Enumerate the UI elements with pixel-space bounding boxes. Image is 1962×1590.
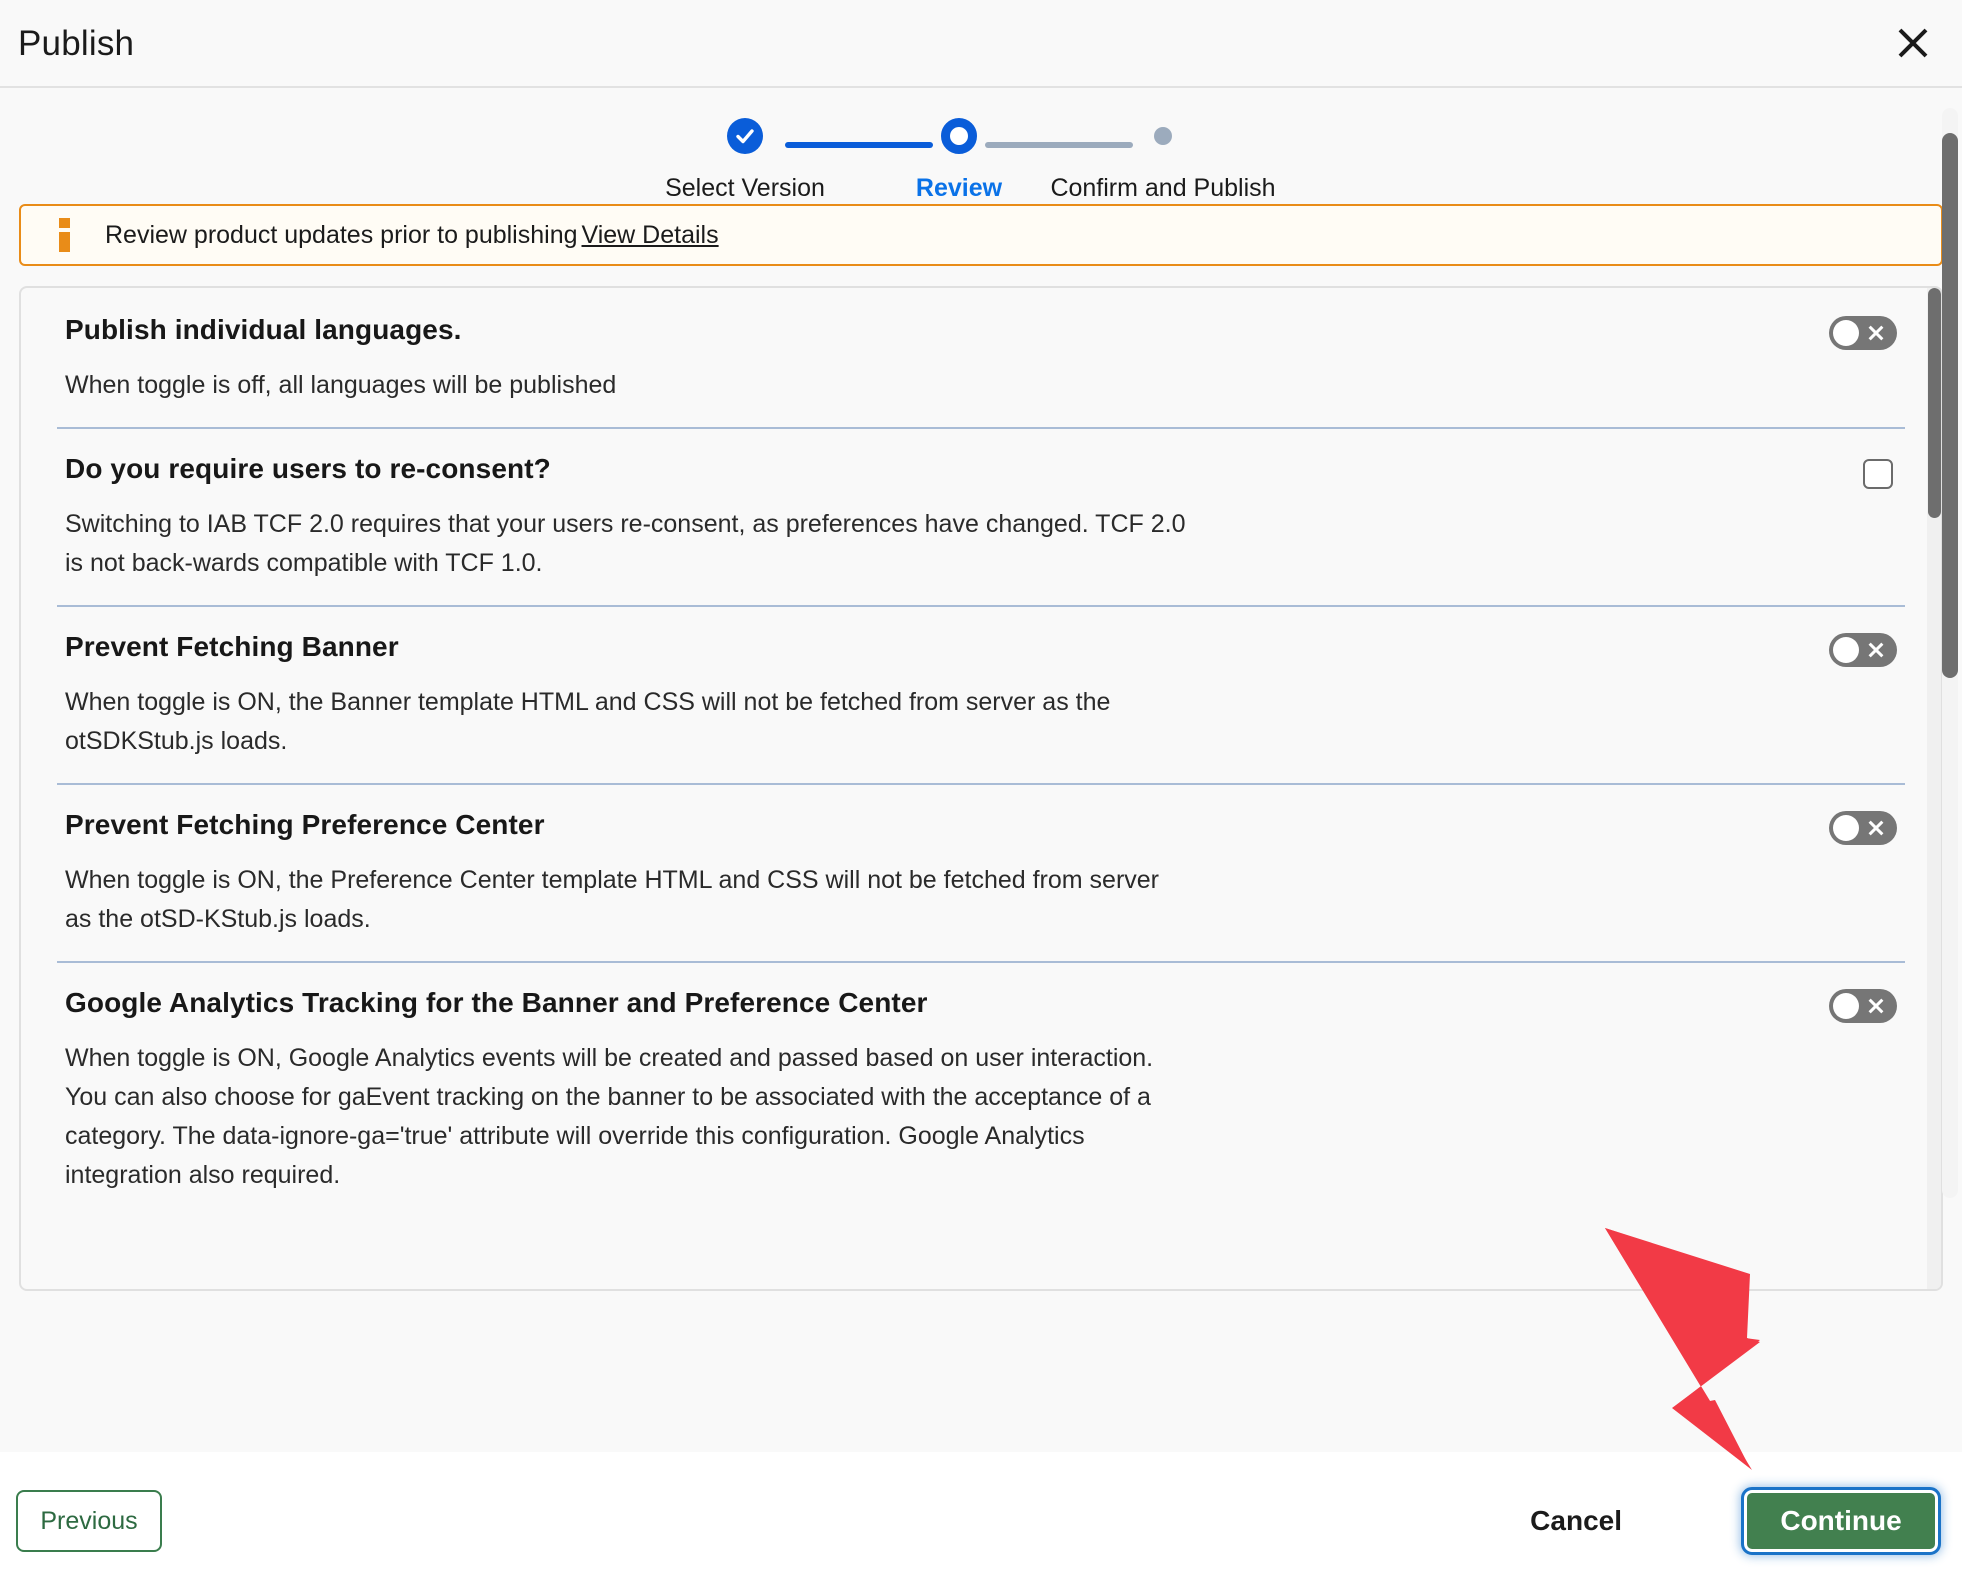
stepper-label-select-version: Select Version [665, 174, 825, 202]
setting-title: Prevent Fetching Preference Center [65, 809, 545, 840]
close-button[interactable] [1882, 12, 1944, 74]
setting-description: Switching to IAB TCF 2.0 requires that y… [65, 510, 1186, 577]
toggle-off-x-icon [1867, 324, 1885, 342]
setting-title: Publish individual languages. [65, 314, 462, 345]
toggle-off-x-icon [1867, 997, 1885, 1015]
toggle-off-x-icon [1867, 819, 1885, 837]
stepper-label-confirm-and-publish: Confirm and Publish [1050, 174, 1276, 202]
settings-card-scrollbar-thumb[interactable] [1928, 288, 1941, 518]
previous-button[interactable]: Previous [16, 1490, 162, 1552]
dialog-scrollbar[interactable] [1942, 108, 1958, 1198]
stepper-step-select-version[interactable]: Select Version [645, 112, 845, 203]
dialog-scrollbar-thumb[interactable] [1942, 133, 1958, 678]
dialog-footer: Previous Cancel Continue [0, 1452, 1962, 1590]
setting-row-require-reconsent: Do you require users to re-consent? Swit… [21, 427, 1941, 605]
toggle-off-x-icon [1867, 641, 1885, 659]
setting-title: Prevent Fetching Banner [65, 631, 399, 662]
setting-row-prevent-fetching-preference-center: Prevent Fetching Preference Center When … [21, 783, 1941, 961]
toggle-prevent-fetching-banner[interactable] [1829, 633, 1897, 667]
current-step-circle-icon [941, 118, 977, 154]
toggle-knob [1833, 993, 1859, 1019]
toggle-publish-individual-languages[interactable] [1829, 316, 1897, 350]
setting-title: Do you require users to re-consent? [65, 453, 551, 484]
step-marker-select-version [721, 112, 769, 160]
stepper-step-confirm-and-publish[interactable]: Confirm and Publish [1050, 112, 1276, 203]
setting-description: When toggle is ON, the Banner template H… [65, 688, 1111, 755]
dialog-body: Select Version Review Confirm and Publis… [0, 88, 1962, 1452]
setting-title: Google Analytics Tracking for the Banner… [65, 987, 928, 1018]
banner-message: Review product updates prior to publishi… [105, 220, 578, 249]
setting-description: When toggle is ON, Google Analytics even… [65, 1044, 1154, 1189]
product-updates-banner: Review product updates prior to publishi… [19, 204, 1943, 266]
stepper-label-review: Review [915, 174, 1003, 202]
dialog-header: Publish [0, 0, 1962, 88]
cancel-button[interactable]: Cancel [1520, 1495, 1632, 1547]
view-details-link[interactable]: View Details [582, 221, 719, 250]
close-icon [1893, 23, 1933, 63]
stepper-step-review[interactable]: Review [859, 112, 1059, 203]
toggle-knob [1833, 320, 1859, 346]
page-title: Publish [18, 24, 135, 63]
setting-description: When toggle is off, all languages will b… [65, 371, 617, 399]
toggle-knob [1833, 637, 1859, 663]
continue-button[interactable]: Continue [1741, 1487, 1941, 1555]
publish-settings-card: Publish individual languages. When toggl… [19, 286, 1943, 1291]
setting-description: When toggle is ON, the Preference Center… [65, 866, 1160, 933]
setting-row-prevent-fetching-banner: Prevent Fetching Banner When toggle is O… [21, 605, 1941, 783]
toggle-prevent-fetching-preference-center[interactable] [1829, 811, 1897, 845]
setting-row-publish-individual-languages: Publish individual languages. When toggl… [21, 288, 1941, 427]
check-circle-icon [727, 118, 763, 154]
toggle-google-analytics-tracking[interactable] [1829, 989, 1897, 1023]
publish-settings-list: Publish individual languages. When toggl… [21, 288, 1941, 1289]
publish-stepper: Select Version Review Confirm and Publis… [0, 88, 1962, 202]
settings-card-scrollbar[interactable] [1927, 288, 1941, 1289]
checkbox-require-reconsent[interactable] [1863, 459, 1893, 489]
info-icon [55, 218, 77, 252]
setting-row-google-analytics-tracking: Google Analytics Tracking for the Banner… [21, 961, 1941, 1217]
upcoming-step-dot-icon [1154, 127, 1172, 145]
step-marker-confirm-and-publish [1139, 112, 1187, 160]
toggle-knob [1833, 815, 1859, 841]
step-marker-review [935, 112, 983, 160]
